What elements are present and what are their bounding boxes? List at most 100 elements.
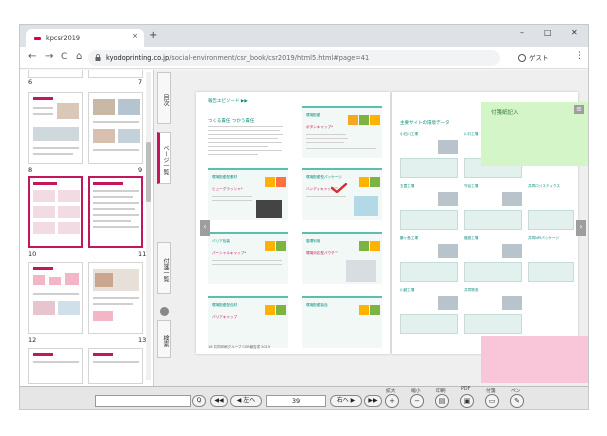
next-page-arrow[interactable]: › xyxy=(576,220,586,236)
thumbnail-page[interactable] xyxy=(88,92,143,164)
thumbnail-page[interactable] xyxy=(28,92,83,164)
profile-button[interactable]: ゲスト xyxy=(518,52,549,62)
product-card[interactable]: 環境配慮製品 xyxy=(302,296,382,348)
red-checkmark-icon xyxy=(331,183,347,193)
pdf-icon[interactable]: ▣ xyxy=(460,394,474,408)
person-icon xyxy=(518,54,526,62)
site-table xyxy=(528,262,574,282)
thumbnail-number: 6 xyxy=(28,78,33,86)
profile-label: ゲスト xyxy=(529,54,549,62)
thumbnail-page[interactable] xyxy=(88,262,143,334)
left-page: 報告エピソード ▶▶ つくる責任 つかう責任 環境配慮 ボタンキャップ* 環境配… xyxy=(196,92,390,354)
lock-icon xyxy=(95,54,101,61)
forward-button[interactable]: → xyxy=(45,51,53,62)
close-window-button[interactable]: ✕ xyxy=(571,28,578,37)
tab-close-button[interactable]: × xyxy=(132,32,138,40)
search-icon[interactable] xyxy=(160,307,169,316)
product-card[interactable]: バリア包装 パーシャルキャップ* xyxy=(208,232,288,284)
card-title: 環境配慮型パッケージ xyxy=(306,175,342,179)
tab-search-label: 検索 xyxy=(162,335,169,347)
thumbnail-page-selected[interactable] xyxy=(88,176,143,248)
search-input[interactable] xyxy=(95,395,191,407)
last-page-button[interactable]: ▶▶ xyxy=(364,395,382,407)
card-title: 環境配慮 xyxy=(306,113,321,117)
minimize-button[interactable]: – xyxy=(520,28,524,37)
sticky-note-pink[interactable] xyxy=(481,336,588,383)
tab-bar: kpcsr2019 × + – □ ✕ xyxy=(20,25,588,47)
print-label: 印刷 xyxy=(436,389,446,394)
site-table xyxy=(400,158,458,178)
product-card[interactable]: 環境配慮 ボタンキャップ* xyxy=(302,106,382,158)
sticky-note-label: 付箋紙記入 xyxy=(491,110,519,116)
site-data-block: 鶴ヶ島工場 xyxy=(400,236,458,283)
sticky-icon[interactable]: ▭ xyxy=(485,394,499,408)
thumbnail-page[interactable] xyxy=(28,348,83,384)
site-data-block: 共同NPIパッケージ xyxy=(528,236,574,283)
browser-menu-button[interactable]: ⋮ xyxy=(575,51,584,61)
pen-icon[interactable]: ✎ xyxy=(510,394,524,408)
reload-button[interactable]: C xyxy=(61,52,67,62)
thumbnail-number: 9 xyxy=(138,166,143,174)
tab-favicon-icon xyxy=(34,37,41,40)
tab-contents[interactable]: 目次 xyxy=(157,72,171,124)
site-title: 小石川工場 xyxy=(400,132,418,136)
url-field[interactable]: kyodoprinting.co.jp/social-environment/c… xyxy=(88,50,500,66)
tab-sticky-list[interactable]: 付箋一覧 xyxy=(157,242,171,294)
sticky-menu-button[interactable]: ≡ xyxy=(574,105,584,114)
side-tabs: 目次 ページ一覧 付箋一覧 検索 xyxy=(157,70,173,386)
tab-search[interactable]: 検索 xyxy=(157,320,171,358)
thumbnail-page-selected[interactable] xyxy=(28,176,83,248)
site-photo xyxy=(438,296,458,310)
product-card[interactable]: 環境配慮型パッケージ ハンディキャップ™ xyxy=(302,168,382,220)
thumbnail-number: 7 xyxy=(138,78,143,86)
card-icons xyxy=(358,300,380,319)
product-card[interactable]: 循環利用 環境対応型パウチ™ xyxy=(302,232,382,284)
site-photo xyxy=(502,296,522,310)
prev-page-button[interactable]: ◀ 左へ xyxy=(230,395,262,407)
site-photo xyxy=(438,140,458,154)
next-page-button[interactable]: 右へ ▶ xyxy=(330,395,362,407)
prev-page-arrow[interactable]: ‹ xyxy=(200,220,210,236)
thumbnail-page[interactable] xyxy=(88,70,143,78)
pdf-label: PDF xyxy=(461,387,471,392)
first-page-button[interactable]: ◀◀ xyxy=(210,395,228,407)
back-button[interactable]: ← xyxy=(28,51,36,62)
thumbnail-page[interactable] xyxy=(28,262,83,334)
sticky-label: 付箋 xyxy=(486,389,496,394)
tab-page-list[interactable]: ページ一覧 xyxy=(157,132,171,184)
site-data-block: 五霞工場 xyxy=(400,184,458,231)
card-subtitle: バリアキャップ xyxy=(212,315,238,319)
sticky-note-green[interactable]: 付箋紙記入 ≡ xyxy=(481,102,588,166)
thumbnail-panel[interactable]: 6 7 8 9 10 11 12 13 xyxy=(20,70,154,386)
product-card[interactable]: 環境配慮型包材 バリアキャップ xyxy=(208,296,288,348)
thumbnail-page[interactable] xyxy=(88,348,143,384)
site-title: 共同物流 xyxy=(464,288,479,292)
search-button[interactable]: Q xyxy=(192,395,206,407)
zoom-out-label: 縮小 xyxy=(411,389,421,394)
card-icons xyxy=(358,236,380,255)
thumbnail-number: 8 xyxy=(28,166,33,174)
thumbnail-scrollbar[interactable] xyxy=(146,72,151,380)
card-title: 環境配慮型素材 xyxy=(212,175,238,179)
home-button[interactable]: ⌂ xyxy=(76,51,82,62)
zoom-in-icon[interactable]: + xyxy=(385,394,399,408)
site-title: 川口工場 xyxy=(464,132,479,136)
url-domain: kyodoprinting.co.jp xyxy=(106,54,170,62)
page-number-input[interactable]: 39 xyxy=(266,395,326,407)
maximize-button[interactable]: □ xyxy=(544,28,552,37)
site-table xyxy=(400,262,458,282)
tab-contents-label: 目次 xyxy=(162,94,169,106)
thumbnail-number: 12 xyxy=(28,336,37,344)
scrollbar-thumb[interactable] xyxy=(146,142,151,202)
site-data-block: 共同ロジスティクス xyxy=(528,184,574,231)
thumbnail-page[interactable] xyxy=(28,70,83,78)
browser-tab[interactable]: kpcsr2019 × xyxy=(26,29,144,47)
card-icons xyxy=(264,172,286,191)
viewer-area: 6 7 8 9 10 11 12 13 目次 ページ一覧 付箋一覧 検索 報告エ… xyxy=(20,70,588,386)
zoom-out-icon[interactable]: − xyxy=(410,394,424,408)
new-tab-button[interactable]: + xyxy=(149,30,157,41)
product-card[interactable]: 環境配慮型素材 ヒューグラッシャ* xyxy=(208,168,288,220)
pen-label: ペン xyxy=(511,389,521,394)
print-icon[interactable]: ▤ xyxy=(435,394,449,408)
site-data-block: 川越工場 xyxy=(400,288,458,335)
